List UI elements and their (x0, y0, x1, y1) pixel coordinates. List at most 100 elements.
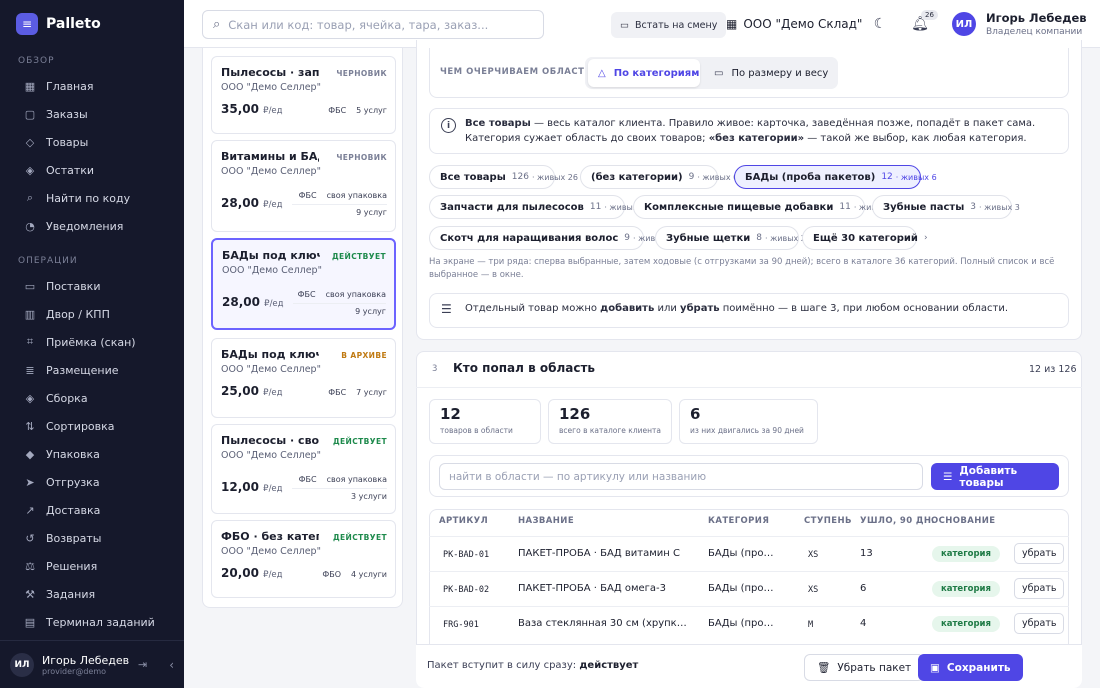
sidebar-item[interactable]: ◈ Сборка (0, 384, 184, 412)
pack-price: 35,00 ₽/ед (221, 102, 283, 116)
remove-item-button[interactable]: убрать (1014, 543, 1065, 564)
sidebar-item[interactable]: ⚖ Решения (0, 552, 184, 580)
sidebar-item[interactable]: ◔ Уведомления (0, 212, 184, 240)
category-chip[interactable]: Все товары 126 · живых 26 (429, 165, 578, 189)
table-row[interactable]: FRG-901 Ваза стеклянная 30 см (хрупкое) БА… (429, 606, 1069, 641)
remove-item-button[interactable]: убрать (1014, 578, 1065, 599)
column-header: Ушло, 90 дн. (860, 516, 936, 526)
remove-pack-button[interactable]: 🗑︎ Убрать пакет (804, 654, 925, 681)
sidebar-item[interactable]: ↗ Доставка (0, 496, 184, 524)
price-value: 28,00 (222, 295, 260, 309)
table-row[interactable]: PK-BAD-01 ПАКЕТ-ПРОБА · БАД витамин С БАДы… (429, 536, 1069, 571)
org-selector[interactable]: ▦ ООО "Демо Склад" (726, 17, 862, 31)
category-chip[interactable]: Ещё 30 категорий › (802, 226, 928, 250)
app-name: Palleto (46, 16, 101, 32)
search-input[interactable]: ⌕ Скан или код: товар, ячейка, тара, зак… (202, 10, 544, 39)
step3-count: 12 из 126 (1029, 364, 1077, 375)
org-name: ООО "Демо Склад" (743, 17, 863, 31)
sidebar-item[interactable]: ≣ Размещение (0, 356, 184, 384)
category-chip[interactable]: БАДы (проба пакетов) 12 · живых 6 (734, 165, 937, 189)
pack-meta-line: ФБО 4 услуги (277, 566, 387, 583)
terminal-icon: ▤ (24, 615, 36, 629)
pack-card[interactable]: Пылесосы · своя упаковка действует ООО "Де… (211, 424, 396, 514)
collapse-icon[interactable]: ‹ (169, 658, 174, 672)
add-items-button[interactable]: ☰ Добавить товары (931, 463, 1059, 490)
category-chip[interactable]: Зубные щетки 8 · живых 2 (655, 226, 806, 250)
sidebar-item[interactable]: ◆ Упаковка (0, 440, 184, 468)
logout-icon[interactable]: ⇥ (138, 658, 147, 671)
note-add: добавить (600, 303, 655, 314)
sidebar-item[interactable]: ▭ Поставки (0, 272, 184, 300)
user-email: provider@demo (42, 666, 107, 676)
send-icon: ➤ (25, 475, 35, 489)
list-icon: ≡ (16, 13, 38, 35)
sidebar-item[interactable]: ◇ Товары (0, 128, 184, 156)
scope-search-input[interactable]: найти в области — по артикулу или назван… (439, 463, 923, 490)
stat-value: 12 (440, 405, 461, 423)
fulfilment-type: ФБС (298, 191, 317, 200)
sidebar-item-label: Отгрузка (46, 475, 100, 489)
chip-count: › (923, 233, 928, 243)
pack-price: 20,00 ₽/ед (221, 566, 283, 580)
save-button[interactable]: ▣ Сохранить (918, 654, 1023, 681)
note-text: Отдельный товар можно добавить или убрат… (465, 303, 1008, 314)
sidebar-item[interactable]: ▢ Заказы (0, 100, 184, 128)
services-count: 7 услуг (356, 388, 387, 397)
price-value: 28,00 (221, 196, 259, 210)
basis-badge: категория (932, 581, 1000, 597)
remove-item-button[interactable]: убрать (1014, 613, 1065, 634)
pack-card[interactable]: БАДы под ключ действует ООО "Демо Селлер" 2… (211, 238, 396, 330)
services-count: 9 услуг (356, 208, 387, 217)
route-icon: ↗ (25, 503, 35, 517)
list-edit-icon: ☰ (441, 302, 452, 316)
sidebar-item[interactable]: ▥ Двор / КПП (0, 300, 184, 328)
avatar[interactable]: ИЛ (10, 652, 34, 677)
footer-label: Пакет вступит в силу сразу: (427, 660, 580, 671)
table-row[interactable]: PK-BAD-02 ПАКЕТ-ПРОБА · БАД омега-3 БАДы (… (429, 571, 1069, 606)
chip-name: Запчасти для пылесосов (440, 201, 584, 213)
tag-icon: ◇ (25, 135, 35, 149)
category-chip[interactable]: Запчасти для пылесосов 11 · живых 3 (429, 195, 645, 219)
category-chip[interactable]: Зубные пасты 3 · живых 3 (872, 195, 1020, 219)
add-items-label: Добавить товары (959, 464, 1018, 489)
pack-card[interactable]: ФБО · без категории действует ООО "Демо Се… (211, 520, 396, 598)
pack-card[interactable]: Пылесосы · запчасти черновик ООО "Демо Сел… (211, 56, 396, 134)
category-chip[interactable]: Скотч для наращивания волос 9 · живых 2 (429, 226, 674, 250)
sidebar-item[interactable]: ▦ Главная (0, 72, 184, 100)
start-shift-button[interactable]: ▭ Встать на смену (611, 12, 727, 38)
pack-card[interactable]: Витамины и БАДы черновик ООО "Демо Селлер"… (211, 140, 396, 232)
sidebar-item[interactable]: ↺ Возвраты (0, 524, 184, 552)
user-avatar[interactable]: ИЛ (952, 12, 976, 36)
status-badge: действует (332, 437, 387, 446)
pack-list: Пылесосы · запчасти черновик ООО "Демо Сел… (202, 48, 403, 608)
logo[interactable]: ≡ Palleto (0, 0, 184, 48)
chip-live: · живых 6 (895, 172, 937, 182)
sidebar-item[interactable]: ▤ Терминал заданий (0, 608, 184, 636)
category-chip[interactable]: Комплексные пищевые добавки11· живых 3 (633, 195, 895, 219)
theme-toggle-icon[interactable]: ☾ (870, 14, 890, 34)
status-badge: действует (331, 252, 386, 261)
start-shift-label: Встать на смену (634, 19, 718, 31)
chip-count: 8 (756, 233, 762, 243)
shipped-90d: 4 (860, 618, 867, 629)
size-step: XS (808, 585, 819, 595)
footer-text: Пакет вступит в силу сразу: действует (427, 660, 638, 671)
sidebar-item[interactable]: ⌕ Найти по коду (0, 184, 184, 212)
gate-icon: ▥ (24, 307, 36, 321)
sidebar-item[interactable]: ⌗ Приёмка (скан) (0, 328, 184, 356)
user-name[interactable]: Игорь Лебедев (986, 11, 1087, 25)
stat-label: товаров в области (440, 426, 513, 435)
sidebar-item[interactable]: ⇅ Сортировка (0, 412, 184, 440)
category-chip[interactable]: (без категории) 9 · живых 0 (580, 165, 738, 189)
sidebar-item[interactable]: ◈ Остатки (0, 156, 184, 184)
scope-option-size[interactable]: ▭ По размеру и весу (714, 59, 828, 87)
sidebar-item[interactable]: ⚒ Задания (0, 580, 184, 608)
status-badge: действует (332, 533, 387, 542)
ruler-icon: ▭ (714, 67, 724, 79)
scope-option-categories[interactable]: △ По категориям (588, 59, 700, 87)
column-header: Название (518, 516, 575, 526)
sidebar-item[interactable]: ➤ Отгрузка (0, 468, 184, 496)
chip-count: 11 (589, 202, 602, 212)
pack-meta: ФБО 4 услуги (277, 566, 387, 583)
pack-card[interactable]: БАДы под ключ · архив в архиве ООО "Демо С… (211, 338, 396, 418)
